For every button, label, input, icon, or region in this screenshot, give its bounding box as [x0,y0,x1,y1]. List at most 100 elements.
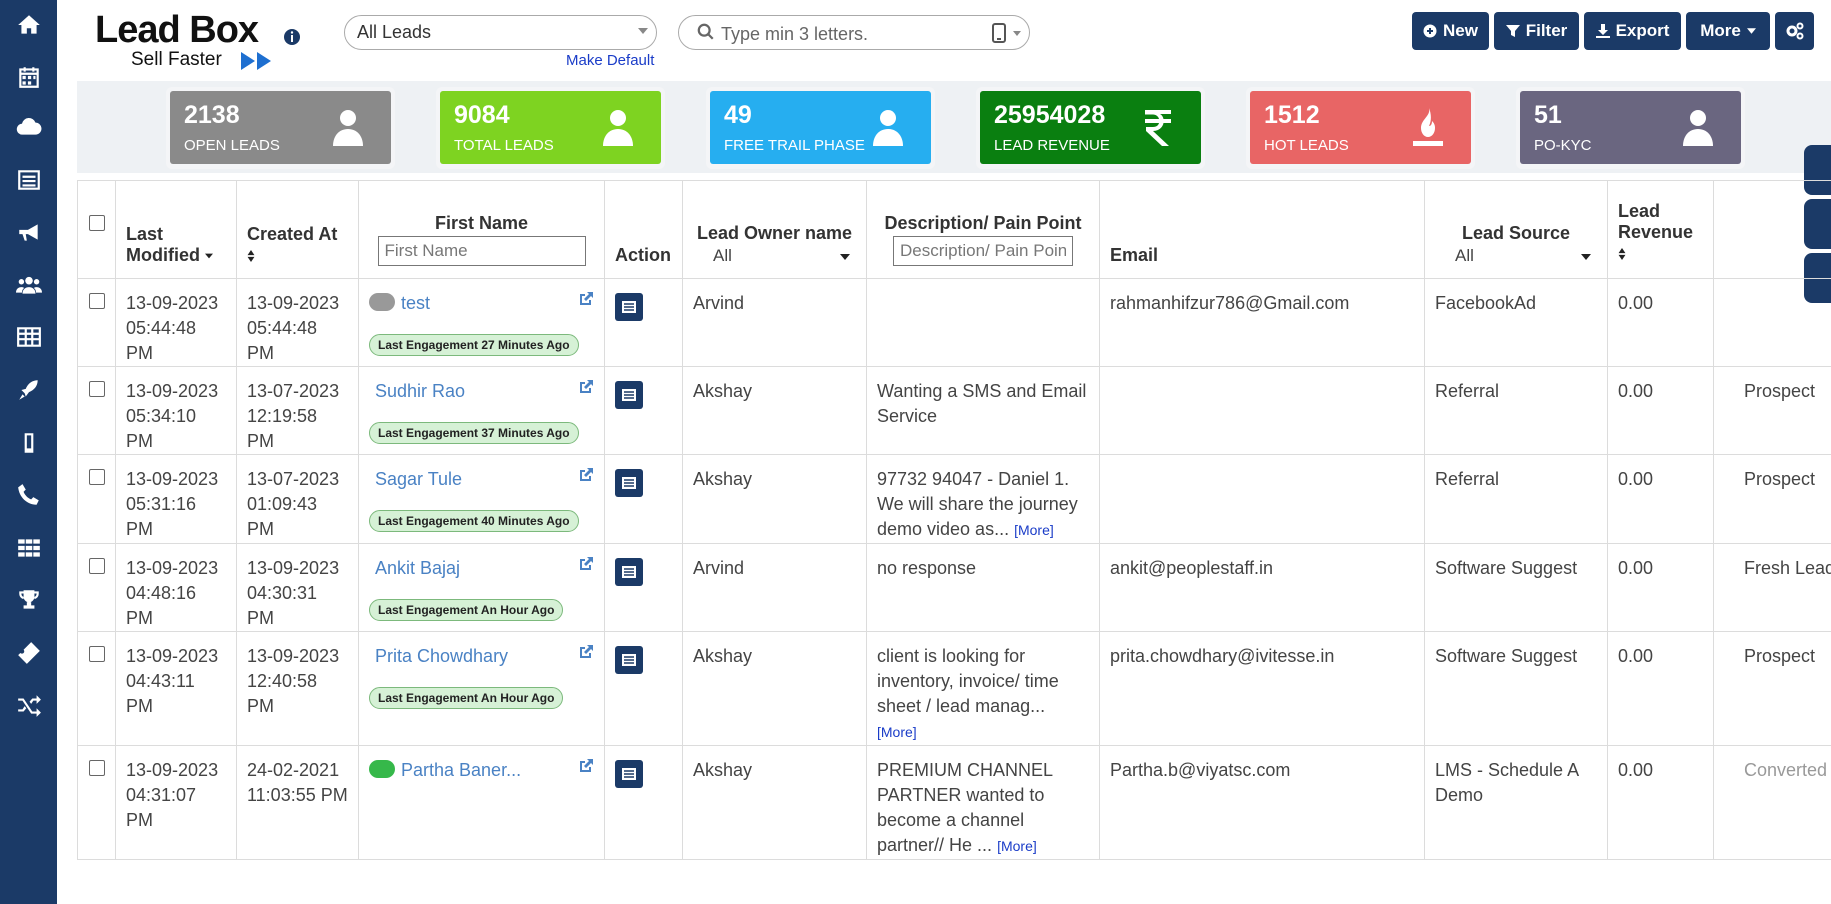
last-modified-header[interactable]: Last Modified [115,180,237,279]
first-name-filter-input[interactable] [377,236,586,266]
modified-time: 04:43:11 PM [126,671,195,716]
lead-revenue-header[interactable]: Lead Revenue [1607,180,1714,279]
lead-source-label: Lead Source [1461,223,1571,243]
settings-button[interactable] [1775,12,1814,50]
rocket-icon[interactable] [14,375,44,405]
search-type-caret-icon[interactable] [1013,31,1021,36]
lead-revenue-cell: 0.00 [1607,278,1714,367]
lead-owner-filter-select[interactable]: All [693,246,856,266]
trophy-icon[interactable] [14,585,44,615]
phone-icon[interactable] [14,480,44,510]
home-icon[interactable] [14,10,44,40]
external-link-icon[interactable] [578,556,594,572]
lead-name-link[interactable]: Ankit Bajaj [375,558,460,578]
lead-revenue-cell: 0.00 [1607,543,1714,632]
row-action-button[interactable] [615,381,643,409]
row-checkbox[interactable] [88,558,105,574]
more-link[interactable]: [More] [997,838,1037,854]
sort-icon [1618,248,1626,261]
lead-name-link[interactable]: Sagar Tule [375,469,462,489]
external-link-icon[interactable] [578,291,594,307]
lead-name-link[interactable]: Sudhir Rao [375,381,465,401]
mobile-search-type-icon[interactable] [992,23,1006,43]
row-action-button[interactable] [615,469,643,497]
description-text: client is looking for inventory, invoice… [877,646,1059,716]
external-link-icon[interactable] [578,467,594,483]
leads-table-container: Last Modified Created At First Name Acti… [77,180,1831,904]
row-checkbox[interactable] [88,381,105,397]
table-icon[interactable] [14,322,44,352]
lead-name-link[interactable]: Partha Baner... [401,760,521,780]
created-at-header[interactable]: Created At [236,180,359,279]
lead-source-cell: Software Suggest [1424,631,1608,746]
lead-owner-header: Lead Owner name All [682,180,867,279]
row-checkbox[interactable] [88,760,105,776]
calendar-icon[interactable] [14,62,44,92]
table-row[interactable]: 13-09-2023 04:48:16 PM 13-09-2023 04:30:31 … [77,543,1831,632]
cloud-icon[interactable] [14,112,44,142]
shuffle-icon[interactable] [14,690,44,720]
modified-time: 04:48:16 PM [126,583,197,628]
lead-view-select[interactable]: All Leads [344,15,657,50]
mobile-icon[interactable] [14,428,44,458]
description-cell [866,278,1100,367]
stat-card-open-leads[interactable]: 2138 OPEN LEADS [170,91,391,164]
external-link-icon[interactable] [578,379,594,395]
lead-name-link[interactable]: test [401,293,430,313]
created-time: 12:19:58 PM [247,406,318,451]
users-icon[interactable] [14,270,44,300]
search-input[interactable] [719,20,983,48]
lead-owner-cell: Akshay [682,454,867,544]
stat-card-hot-leads[interactable]: 1512 HOT LEADS [1250,91,1471,164]
description-filter-input[interactable] [893,236,1073,266]
stat-value: 49 [724,101,752,129]
external-link-icon[interactable] [578,644,594,660]
stat-card-free-trail-phase[interactable]: 49 FREE TRAIL PHASE [710,91,931,164]
row-action-button[interactable] [615,646,643,674]
row-action-button[interactable] [615,760,643,788]
created-date: 13-07-2023 [247,469,340,489]
row-action-button[interactable] [615,558,643,586]
first-name-cell: Partha Baner... [358,745,605,860]
row-checkbox[interactable] [88,469,105,485]
table-row[interactable]: 13-09-2023 05:44:48 PM 13-09-2023 05:44:48 … [77,278,1831,367]
logo-title: Lead Box [95,9,259,51]
more-link[interactable]: [More] [1014,522,1054,538]
chevron-down-icon [1581,254,1591,260]
stat-card-lead-revenue[interactable]: 25954028 LEAD REVENUE [980,91,1201,164]
lead-view-select-value: All Leads [357,22,432,42]
email-cell [1099,454,1425,544]
stat-card-total-leads[interactable]: 9084 TOTAL LEADS [440,91,661,164]
list-icon[interactable] [14,165,44,195]
last-modified-cell: 13-09-2023 05:31:16 PM [115,454,237,544]
row-checkbox[interactable] [88,293,105,309]
lead-source-cell: LMS - Schedule A Demo [1424,745,1608,860]
modified-date: 13-09-2023 [126,646,219,666]
created-time: 11:03:55 PM [247,785,348,805]
more-dropdown-button[interactable]: More [1686,12,1770,50]
table-row[interactable]: 13-09-2023 05:31:16 PM 13-07-2023 01:09:43 … [77,454,1831,544]
stat-card-po-kyc[interactable]: 51 PO-KYC [1520,91,1741,164]
row-action-button[interactable] [615,293,643,321]
external-link-icon[interactable] [578,758,594,774]
new-button[interactable]: New [1412,12,1489,50]
lead-name-link[interactable]: Prita Chowdhary [375,646,508,666]
table-row[interactable]: 13-09-2023 05:34:10 PM 13-07-2023 12:19:58 … [77,366,1831,455]
info-icon[interactable] [283,28,301,46]
export-button[interactable]: Export [1584,12,1681,50]
ticket-icon[interactable] [14,638,44,668]
table-row[interactable]: 13-09-2023 04:43:11 PM 13-09-2023 12:40:58 … [77,631,1831,746]
row-checkbox[interactable] [88,646,105,662]
make-default-link[interactable]: Make Default [566,52,654,69]
more-link[interactable]: [More] [877,724,917,740]
megaphone-icon[interactable] [14,217,44,247]
table-row[interactable]: 13-09-2023 04:31:07 PM 24-02-2021 11:03:55 … [77,745,1831,860]
details-icon [622,566,636,578]
apps-grid-icon[interactable] [14,533,44,563]
lead-owner-filter-value: All [713,246,732,265]
email-cell: ankit@peoplestaff.in [1099,543,1425,632]
select-all-checkbox[interactable] [88,215,105,231]
filter-button[interactable]: Filter [1494,12,1579,50]
lead-source-filter-select[interactable]: All [1435,246,1597,266]
leadbox-logo[interactable]: Lead Box Sell Faster [95,10,285,70]
